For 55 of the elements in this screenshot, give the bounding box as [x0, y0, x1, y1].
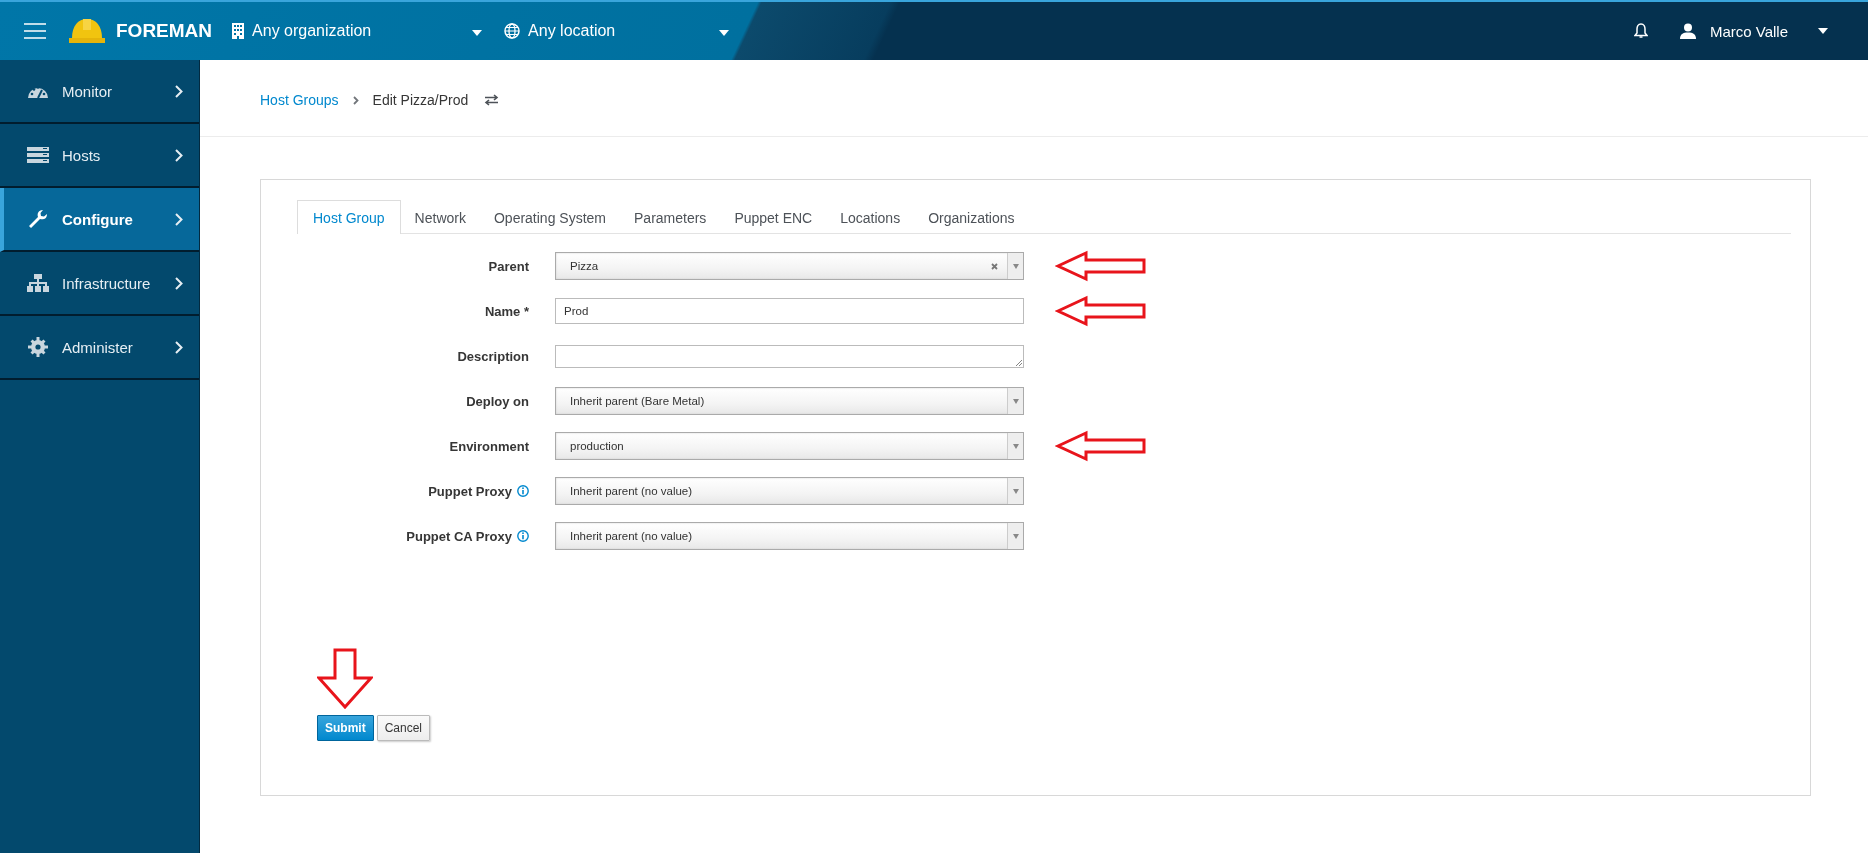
caret-icon: [472, 30, 483, 36]
sidebar-item[interactable]: Administer: [0, 316, 199, 380]
tab[interactable]: Host Group: [297, 200, 401, 234]
switch-icon[interactable]: [484, 94, 500, 106]
globe-icon: [504, 23, 521, 39]
user-icon: [1679, 23, 1696, 39]
chevron-right-icon: [175, 212, 183, 226]
field-label: Puppet Proxy: [428, 483, 512, 499]
field-label: Name *: [484, 303, 529, 319]
select-field[interactable]: Inherit parent (no value): [555, 522, 1024, 550]
info-icon[interactable]: [517, 485, 529, 497]
sidebar-item[interactable]: Infrastructure: [0, 252, 199, 316]
caret-icon: [719, 30, 730, 36]
select-field[interactable]: production: [555, 432, 1024, 460]
brand-name[interactable]: FOREMAN: [116, 20, 213, 42]
wrench-icon: [28, 209, 48, 229]
tab[interactable]: Puppet ENC: [720, 200, 827, 234]
breadcrumb-link[interactable]: Host Groups: [260, 92, 339, 108]
building-icon: [232, 23, 245, 39]
sidebar-item[interactable]: Monitor: [0, 60, 199, 124]
input-field[interactable]: Prod: [555, 298, 1024, 324]
field-label: Parent: [488, 258, 529, 274]
hard-hat-icon: [68, 16, 106, 46]
chevron-right-icon: [175, 148, 183, 162]
tab[interactable]: Operating System: [479, 200, 620, 234]
chevron-right-icon: [175, 276, 183, 290]
select-field[interactable]: Inherit parent (Bare Metal): [555, 387, 1024, 415]
sidebar-item[interactable]: Configure: [0, 188, 199, 252]
field-label: Deploy on: [466, 393, 529, 409]
breadcrumb-current: Edit Pizza/Prod: [372, 92, 469, 108]
field-label: Puppet CA Proxy: [406, 528, 512, 544]
field-label: Description: [457, 348, 529, 364]
server-icon: [27, 147, 49, 163]
bell-icon[interactable]: [1633, 23, 1648, 39]
resize-grip-icon: [1015, 358, 1022, 366]
sitemap-icon: [27, 274, 49, 292]
caret-icon: [1818, 28, 1828, 34]
organization-selector[interactable]: Any organization: [252, 22, 372, 40]
gear-icon: [28, 337, 48, 357]
clear-icon[interactable]: [991, 262, 998, 270]
tab[interactable]: Network: [400, 200, 480, 234]
cancel-button[interactable]: Cancel: [376, 715, 431, 741]
location-selector[interactable]: Any location: [528, 22, 616, 40]
field-label: Environment: [449, 438, 529, 454]
tab[interactable]: Locations: [826, 200, 915, 234]
chevron-right-icon: [175, 340, 183, 354]
chevron-right-icon: [352, 95, 359, 105]
user-menu[interactable]: Marco Valle: [1709, 22, 1788, 40]
tab[interactable]: Parameters: [620, 200, 721, 234]
select-field[interactable]: Pizza: [555, 252, 1024, 280]
chevron-right-icon: [175, 84, 183, 98]
select-field[interactable]: Inherit parent (no value): [555, 477, 1024, 505]
tab[interactable]: Organizations: [914, 200, 1029, 234]
info-icon[interactable]: [517, 530, 529, 542]
menu-icon[interactable]: [24, 23, 46, 39]
